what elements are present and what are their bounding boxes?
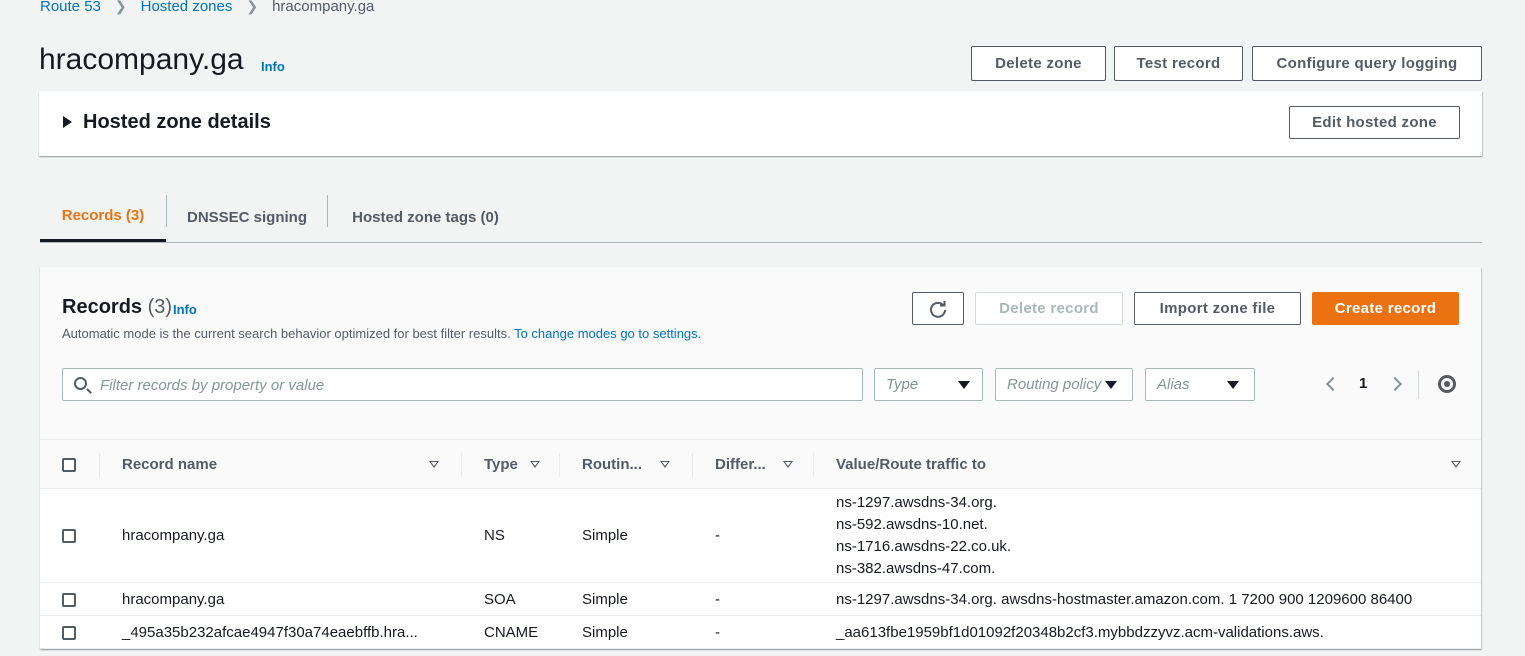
column-differentiator[interactable]: Differ... <box>693 439 814 489</box>
tab-records[interactable]: Records (3) <box>40 192 166 242</box>
record-value-cell: ns-1297.awsdns-34.org. ns-592.awsdns-10.… <box>814 488 1481 583</box>
row-checkbox-cell <box>40 488 100 583</box>
hosted-zone-details-heading[interactable]: Hosted zone details <box>83 111 271 134</box>
sort-icon[interactable] <box>783 461 793 468</box>
record-value-line: ns-592.awsdns-10.net. <box>836 515 988 533</box>
create-record-button[interactable]: Create record <box>1312 292 1459 325</box>
select-all-cell <box>40 439 100 489</box>
record-differ-cell: - <box>693 615 814 649</box>
record-routing-cell: Simple <box>560 488 693 583</box>
caret-down-icon <box>1105 381 1117 389</box>
configure-query-logging-button[interactable]: Configure query logging <box>1252 46 1482 81</box>
record-type-cell: NS <box>462 488 560 583</box>
record-value-cell: ns-1297.awsdns-34.org. awsdns-hostmaster… <box>814 582 1481 616</box>
search-icon <box>74 377 87 390</box>
record-routing-cell: Simple <box>560 615 693 649</box>
tab-bar: Records (3) DNSSEC signing Hosted zone t… <box>40 192 1482 243</box>
select-all-checkbox[interactable] <box>62 457 76 472</box>
type-filter-select[interactable]: Type <box>874 368 983 401</box>
previous-page-icon[interactable] <box>1325 376 1341 392</box>
alias-filter-select[interactable]: Alias <box>1145 368 1255 401</box>
breadcrumb-hosted-zones[interactable]: Hosted zones <box>141 0 233 15</box>
delete-zone-button[interactable]: Delete zone <box>971 46 1106 81</box>
records-count: (3) <box>147 296 173 318</box>
routing-policy-filter-label: Routing policy <box>1007 376 1102 393</box>
record-value-line: ns-382.awsdns-47.com. <box>836 559 996 577</box>
record-differ-cell: - <box>693 582 814 616</box>
import-zone-file-button[interactable]: Import zone file <box>1134 292 1301 325</box>
gear-icon[interactable] <box>1438 375 1456 393</box>
hosted-zone-details-panel: Hosted zone details Edit hosted zone <box>39 91 1482 156</box>
row-checkbox[interactable] <box>62 625 76 640</box>
records-table: Record name Type Routin... Differ... Val… <box>40 439 1481 649</box>
page-title: hracompany.ga <box>39 43 244 76</box>
row-checkbox[interactable] <box>62 592 76 607</box>
record-routing-cell: Simple <box>560 582 693 616</box>
table-row[interactable]: hracompany.ga NS Simple - ns-1297.awsdns… <box>40 488 1481 583</box>
alias-filter-label: Alias <box>1157 376 1190 393</box>
record-name-cell: hracompany.ga <box>100 582 462 616</box>
records-heading: Records (3) <box>62 296 172 319</box>
chevron-right-icon: ❯ <box>246 0 259 14</box>
type-filter-label: Type <box>886 376 919 393</box>
breadcrumb-route53[interactable]: Route 53 <box>40 0 101 15</box>
table-row[interactable]: _495a35b232afcae4947f30a74eaebffb.hra...… <box>40 615 1481 649</box>
records-header: Records (3) Info Automatic mode is the c… <box>40 267 1481 439</box>
test-record-button[interactable]: Test record <box>1114 46 1243 81</box>
records-info-link[interactable]: Info <box>173 302 197 317</box>
table-row[interactable]: hracompany.ga SOA Simple - ns-1297.awsdn… <box>40 582 1481 616</box>
column-differ-label: Differ... <box>715 455 766 473</box>
record-value-line: ns-1297.awsdns-34.org. <box>836 493 997 511</box>
column-record-name[interactable]: Record name <box>100 439 462 489</box>
search-input[interactable] <box>100 374 840 396</box>
caret-down-icon <box>1227 381 1239 389</box>
column-routing-policy[interactable]: Routin... <box>560 439 693 489</box>
row-checkbox-cell <box>40 615 100 649</box>
records-description-text: Automatic mode is the current search beh… <box>62 326 511 341</box>
record-differ-cell: - <box>693 488 814 583</box>
next-page-icon[interactable] <box>1387 376 1403 392</box>
record-value-line: ns-1716.awsdns-22.co.uk. <box>836 537 1012 555</box>
breadcrumb-current: hracompany.ga <box>272 0 375 15</box>
caret-down-icon <box>958 381 970 389</box>
breadcrumb: Route 53 ❯ Hosted zones ❯ hracompany.ga <box>40 0 374 15</box>
pager-divider <box>1418 371 1419 399</box>
chevron-right-icon: ❯ <box>114 0 127 14</box>
row-checkbox[interactable] <box>62 529 76 544</box>
edit-hosted-zone-button[interactable]: Edit hosted zone <box>1289 106 1460 139</box>
record-type-cell: SOA <box>462 582 560 616</box>
records-title: Records <box>62 296 143 318</box>
column-type-label: Type <box>484 455 518 473</box>
sort-icon[interactable] <box>429 461 439 468</box>
table-header-row: Record name Type Routin... Differ... Val… <box>40 439 1481 489</box>
records-panel: Records (3) Info Automatic mode is the c… <box>40 267 1481 649</box>
routing-policy-filter-select[interactable]: Routing policy <box>995 368 1133 401</box>
title-info-link[interactable]: Info <box>261 59 285 74</box>
refresh-icon <box>930 300 946 318</box>
sort-icon[interactable] <box>1451 461 1461 468</box>
tab-dnssec-signing[interactable]: DNSSEC signing <box>167 192 327 242</box>
record-name-cell: _495a35b232afcae4947f30a74eaebffb.hra... <box>100 615 462 649</box>
tab-hosted-zone-tags[interactable]: Hosted zone tags (0) <box>328 192 523 242</box>
column-value[interactable]: Value/Route traffic to <box>814 439 1481 489</box>
column-type[interactable]: Type <box>462 439 560 489</box>
column-routing-label: Routin... <box>582 455 642 473</box>
column-value-label: Value/Route traffic to <box>836 455 987 473</box>
record-type-cell: CNAME <box>462 615 560 649</box>
row-checkbox-cell <box>40 582 100 616</box>
sort-icon[interactable] <box>660 461 670 468</box>
records-description: Automatic mode is the current search beh… <box>62 326 701 341</box>
change-modes-link[interactable]: To change modes go to settings. <box>514 326 701 341</box>
record-name-cell: hracompany.ga <box>100 488 462 583</box>
column-record-name-label: Record name <box>122 455 218 473</box>
record-value-cell: _aa613fbe1959bf1d01092f20348b2cf3.mybbdz… <box>814 615 1481 649</box>
expand-triangle-icon[interactable] <box>63 116 72 128</box>
search-box <box>62 368 863 401</box>
sort-icon[interactable] <box>530 461 540 468</box>
delete-record-button[interactable]: Delete record <box>975 292 1123 325</box>
refresh-button[interactable] <box>912 292 964 325</box>
page-number[interactable]: 1 <box>1359 375 1367 392</box>
